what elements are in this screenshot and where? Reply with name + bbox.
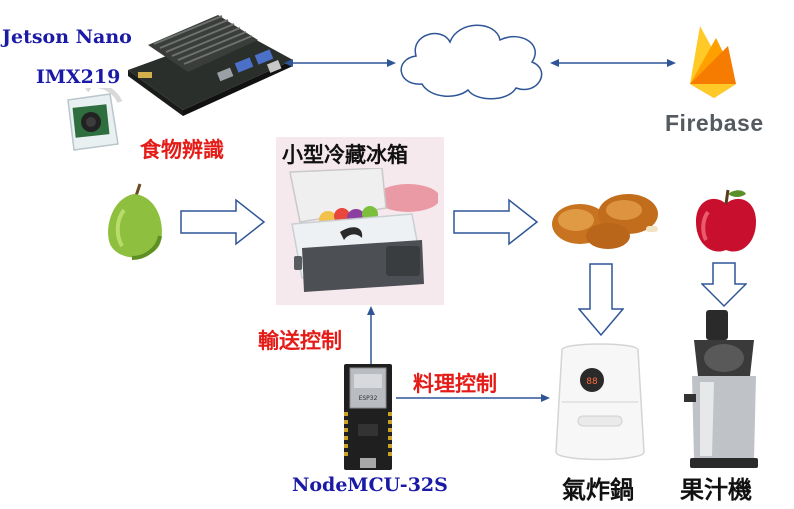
firebase-label: Firebase — [665, 110, 764, 136]
firebase-flame-icon — [690, 26, 736, 98]
arrow-mcu-fridge — [367, 306, 375, 366]
block-arrow-apple-juicer — [701, 262, 747, 308]
double-arrow-jetson-cloud — [284, 59, 396, 67]
svg-text:ESP32: ESP32 — [359, 395, 378, 402]
air-fryer-label: 氣炸鍋 — [562, 476, 634, 504]
apple-icon — [696, 189, 756, 252]
arrow-mcu-airfryer — [396, 394, 550, 402]
camera-label: IMX219 — [36, 66, 121, 88]
system-diagram: Jetson Nano IMX219 Firebase 食物辨識 小型冷藏冰箱 — [0, 0, 794, 509]
juicer-label: 果汁機 — [680, 476, 752, 504]
fridge-label: 小型冷藏冰箱 — [282, 143, 408, 167]
jetson-nano-board-icon — [128, 15, 293, 116]
mcu-label: NodeMCU-32S — [292, 474, 448, 496]
svg-text:88: 88 — [586, 377, 598, 387]
block-arrow-fridge-chicken — [453, 198, 539, 246]
jetson-label: Jetson Nano — [2, 26, 132, 48]
food-recognition-label: 食物辨識 — [140, 138, 224, 162]
conveyor-control-label: 輸送控制 — [258, 329, 342, 353]
fridge-icon — [289, 168, 438, 292]
block-arrow-chicken-airfryer — [578, 263, 624, 337]
guava-icon — [108, 183, 162, 260]
block-arrow-guava-fridge — [180, 198, 266, 246]
esp32-board-icon: ESP32 — [344, 364, 392, 470]
air-fryer-icon: 88 — [555, 343, 645, 461]
fried-chicken-icon — [552, 194, 658, 249]
cloud-icon — [400, 24, 543, 100]
double-arrow-cloud-firebase — [550, 59, 676, 67]
camera-module-icon — [67, 88, 123, 151]
juicer-icon — [684, 310, 758, 468]
